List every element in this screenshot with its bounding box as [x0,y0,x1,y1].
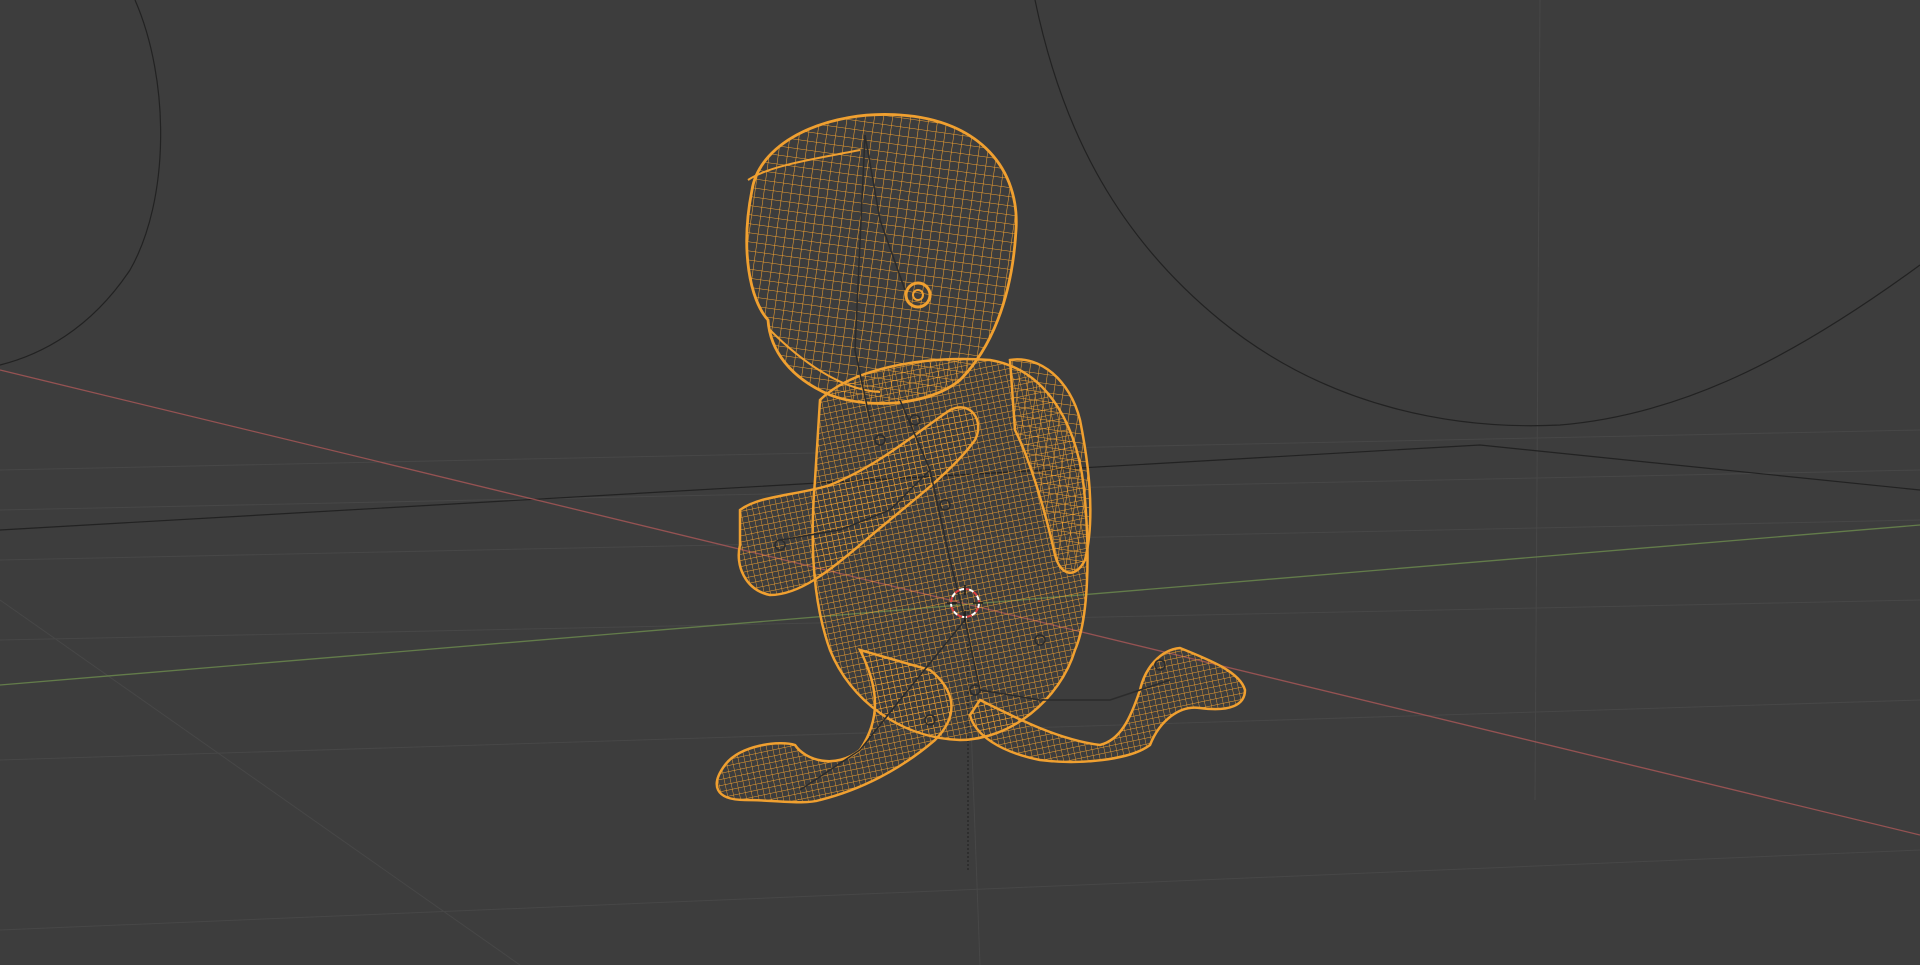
3d-viewport[interactable] [0,0,1920,965]
wireframe-character[interactable] [700,100,1260,810]
viewport-canvas[interactable] [0,0,1920,965]
